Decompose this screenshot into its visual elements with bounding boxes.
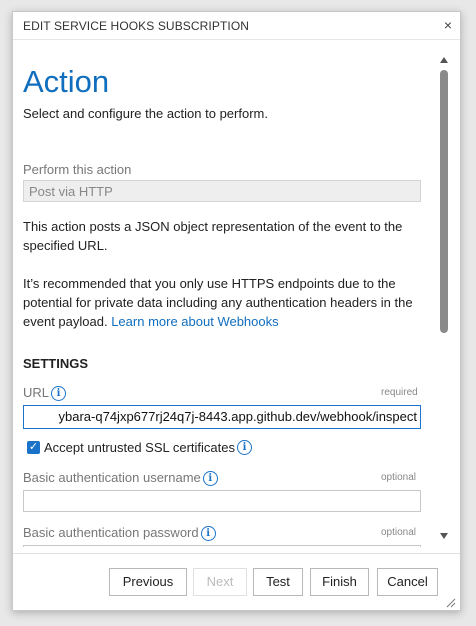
- page-title: Action: [23, 64, 110, 99]
- dialog-footer: Previous Next Test Finish Cancel: [13, 553, 460, 610]
- action-description: This action posts a JSON object represen…: [23, 219, 403, 253]
- password-label: Basic authentication password: [23, 525, 199, 540]
- url-required-badge: required: [381, 387, 418, 398]
- url-label-row: URL i: [23, 385, 67, 402]
- info-icon[interactable]: i: [237, 440, 253, 455]
- perform-action-label: Perform this action: [23, 162, 132, 177]
- previous-button[interactable]: Previous: [109, 568, 187, 596]
- finish-button[interactable]: Finish: [310, 568, 369, 596]
- username-label-row: Basic authentication username i: [23, 470, 218, 487]
- accept-ssl-row: ✓ Accept untrusted SSL certificates i: [27, 440, 253, 455]
- settings-heading: SETTINGS: [23, 356, 89, 371]
- test-button[interactable]: Test: [253, 568, 303, 596]
- scrollbar-thumb[interactable]: [440, 70, 448, 333]
- dialog-content: Action Select and configure the action t…: [13, 40, 460, 547]
- info-icon[interactable]: i: [51, 386, 67, 402]
- url-input[interactable]: ybara-q74jxp677rj24q7j-8443.app.github.d…: [23, 405, 421, 429]
- learn-more-link[interactable]: Learn more about Webhooks: [111, 314, 278, 329]
- vertical-scrollbar[interactable]: [437, 40, 453, 547]
- url-input-value: ybara-q74jxp677rj24q7j-8443.app.github.d…: [58, 409, 417, 424]
- page-subtitle: Select and configure the action to perfo…: [23, 106, 268, 121]
- password-input[interactable]: [23, 545, 421, 547]
- url-label: URL: [23, 385, 50, 400]
- edit-subscription-dialog: EDIT SERVICE HOOKS SUBSCRIPTION × Action…: [12, 11, 461, 611]
- resize-grip-icon[interactable]: [446, 598, 456, 608]
- https-recommendation: It’s recommended that you only use HTTPS…: [23, 274, 433, 331]
- dialog-title: EDIT SERVICE HOOKS SUBSCRIPTION: [23, 19, 250, 33]
- username-input[interactable]: [23, 490, 421, 512]
- password-optional-badge: optional: [381, 527, 417, 538]
- dialog-titlebar: EDIT SERVICE HOOKS SUBSCRIPTION ×: [13, 12, 460, 40]
- close-icon[interactable]: ×: [441, 17, 455, 33]
- next-button[interactable]: Next: [193, 568, 247, 596]
- password-label-row: Basic authentication password i: [23, 525, 216, 542]
- info-icon[interactable]: i: [200, 526, 216, 542]
- username-optional-badge: optional: [381, 472, 417, 483]
- cancel-button[interactable]: Cancel: [377, 568, 438, 596]
- perform-action-field: Post via HTTP: [23, 180, 421, 202]
- scroll-down-arrow-icon[interactable]: [440, 533, 448, 539]
- accept-ssl-label[interactable]: Accept untrusted SSL certificates: [44, 440, 235, 455]
- info-icon[interactable]: i: [202, 471, 218, 487]
- scroll-up-arrow-icon[interactable]: [440, 57, 448, 63]
- accept-ssl-checkbox[interactable]: ✓: [27, 441, 40, 454]
- username-label: Basic authentication username: [23, 470, 201, 485]
